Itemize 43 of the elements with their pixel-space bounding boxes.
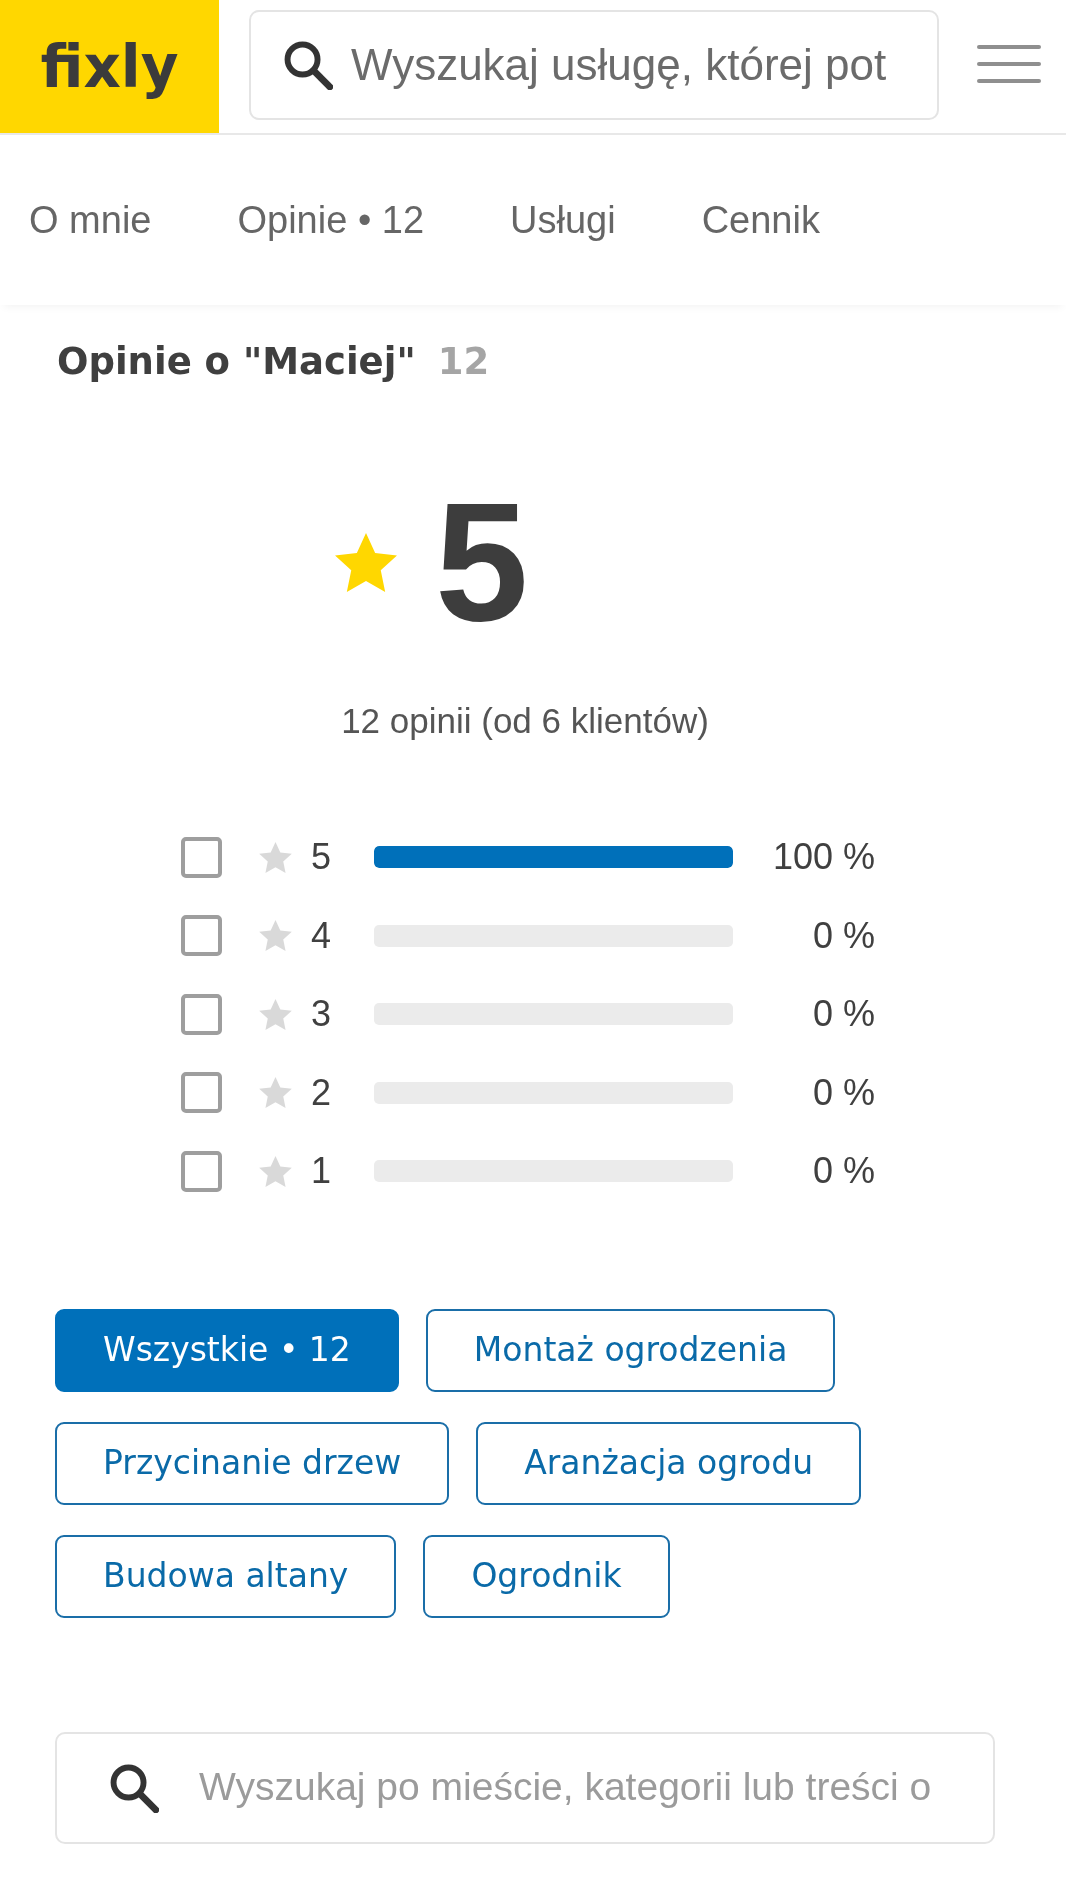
checkbox[interactable] — [181, 915, 222, 957]
search-icon — [109, 1762, 159, 1813]
nav-tab[interactable]: Opinie • 12 — [237, 191, 424, 249]
percent-label: 100 % — [771, 839, 875, 876]
review-count: 12 — [437, 339, 490, 385]
search-field[interactable]: Wyszukaj usługę, której pot — [249, 10, 939, 120]
search-input[interactable]: Wyszukaj po mieście, kategorii lub treści o — [199, 1758, 993, 1817]
filter-chip[interactable]: Przycinanie drzew — [55, 1421, 450, 1505]
logo[interactable]: fixly — [0, 0, 219, 133]
filter-chip[interactable]: Aranżacja ogrodu — [476, 1421, 862, 1505]
percent-label: 0 % — [811, 1074, 875, 1111]
section-title: Opinie o "Maciej" — [57, 339, 416, 385]
search-icon — [283, 40, 333, 90]
checkbox[interactable] — [181, 993, 222, 1035]
checkbox[interactable] — [181, 836, 222, 878]
filter-chip[interactable]: Wszystkie • 12 — [55, 1308, 399, 1392]
search-input[interactable]: Wyszukaj usługę, której pot — [351, 32, 937, 98]
star-icon — [259, 1077, 292, 1109]
star-icon — [259, 920, 292, 952]
checkbox[interactable] — [181, 1072, 222, 1114]
rating-label: 5 — [311, 839, 333, 876]
rating-label: 4 — [311, 917, 333, 954]
star-icon — [259, 998, 292, 1030]
percent-label: 0 % — [811, 1153, 875, 1190]
filter-chip[interactable]: Montaż ogrodzenia — [425, 1308, 836, 1392]
rating-label: 2 — [311, 1074, 333, 1111]
nav-tab[interactable]: Cennik — [701, 191, 820, 249]
rating-label: 3 — [311, 996, 333, 1033]
star-icon — [335, 532, 397, 592]
star-icon — [259, 1155, 292, 1187]
rating-value: 5 — [435, 478, 529, 646]
checkbox[interactable] — [181, 1150, 222, 1192]
percent-label: 0 % — [811, 917, 875, 954]
nav-tab[interactable]: O mnie — [29, 191, 152, 249]
percent-label: 0 % — [811, 996, 875, 1033]
rating-label: 1 — [311, 1153, 333, 1190]
filter-chip[interactable]: Budowa altany — [55, 1534, 397, 1618]
nav-tab[interactable]: Usługi — [510, 191, 616, 249]
menu-icon[interactable] — [977, 45, 1041, 83]
star-icon — [259, 841, 292, 873]
search-field[interactable]: Wyszukaj po mieście, kategorii lub treści o — [55, 1731, 995, 1844]
filter-chip[interactable]: Ogrodnik — [423, 1534, 670, 1618]
review-summary: 12 opinii (od 6 klientów) — [340, 701, 710, 741]
